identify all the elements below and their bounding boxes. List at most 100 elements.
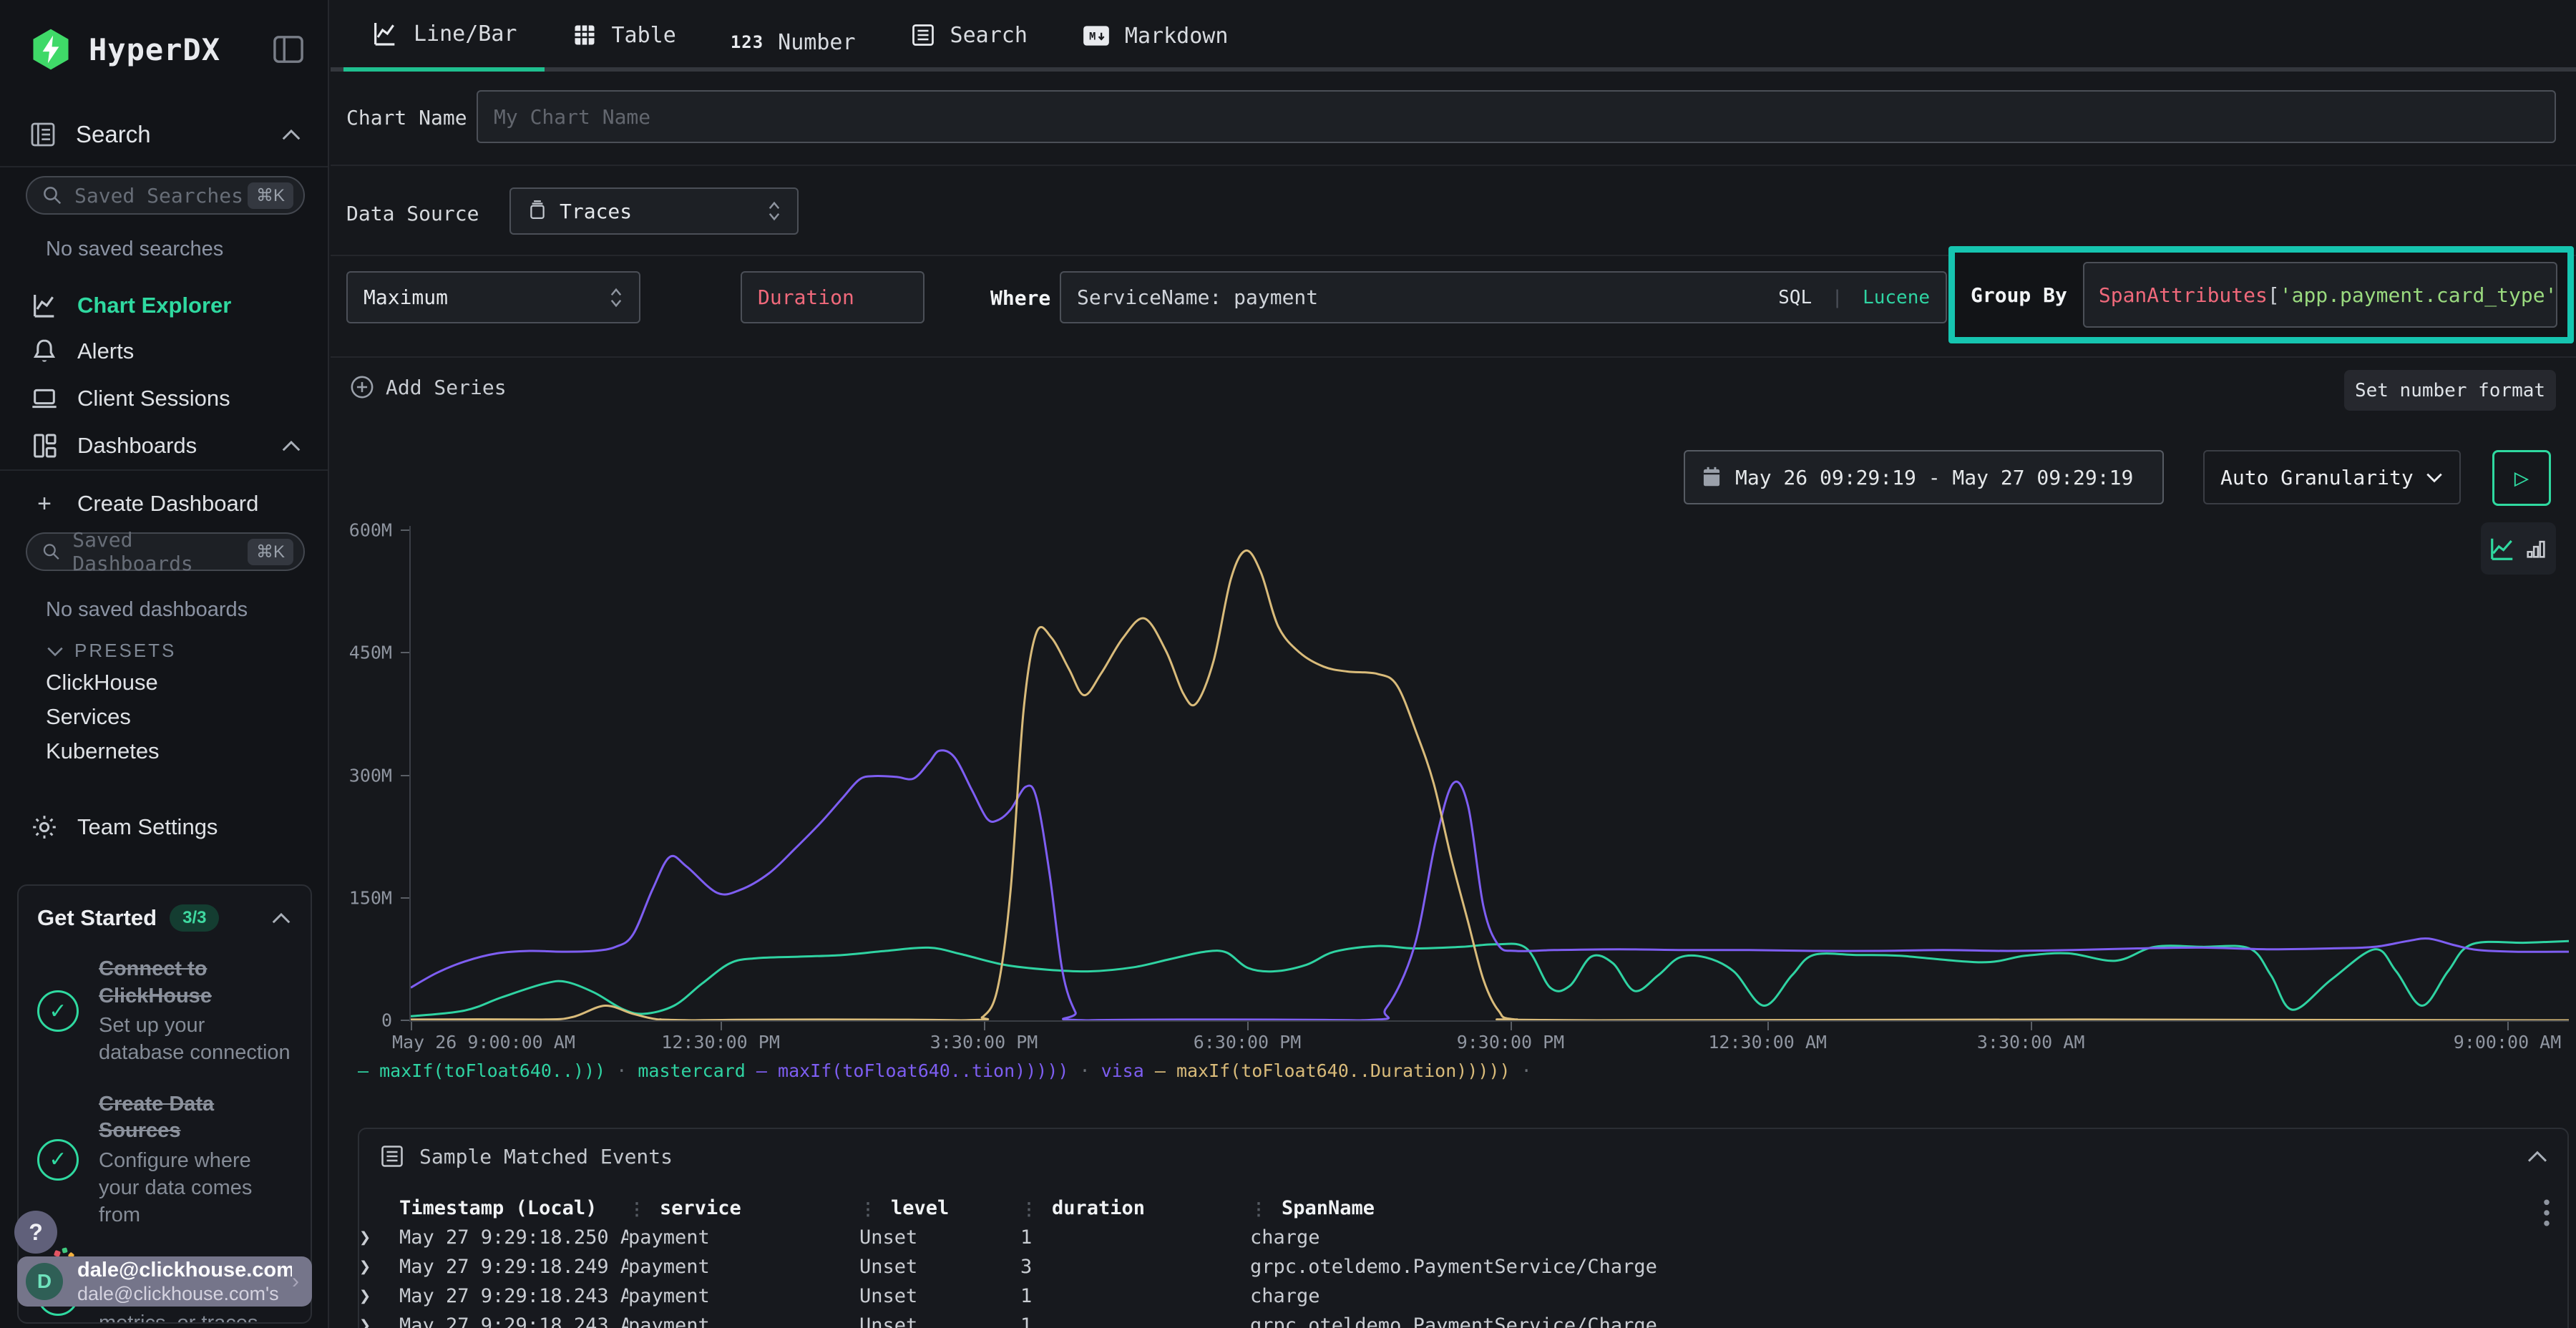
row-expand-chevron[interactable]: ❯ — [359, 1311, 399, 1328]
group-by-input[interactable]: SpanAttributes['app.payment.card_type'] — [2083, 262, 2557, 328]
saved-dashboards-input[interactable]: Saved Dashboards ⌘K — [26, 532, 305, 571]
x-tick-mark — [2507, 1022, 2509, 1030]
where-input[interactable]: ServiceName: payment SQL | Lucene — [1060, 271, 1947, 323]
preset-kubernetes[interactable]: Kubernetes — [46, 738, 160, 764]
x-tick-mark — [1511, 1022, 1512, 1030]
sql-label[interactable]: SQL — [1778, 287, 1812, 308]
row-expand-chevron[interactable]: ❯ — [359, 1223, 399, 1252]
add-series-label: Add Series — [386, 376, 507, 399]
where-label: Where — [990, 286, 1050, 310]
add-series-button[interactable]: Add Series — [350, 375, 507, 399]
chevron-up-icon — [280, 439, 302, 452]
x-tick-mark — [1767, 1022, 1769, 1030]
table-row[interactable]: ❯May 27 9:29:18.243 AMpaymentUnset1grpc.… — [359, 1311, 2546, 1328]
column-resize-handle[interactable]: ⋮ — [1020, 1199, 1038, 1219]
check-circle-icon: ✓ — [37, 1139, 79, 1181]
chart-name-input[interactable]: My Chart Name — [477, 90, 2556, 143]
legend-series-name: maxIf(toFloat640..Duration))))) — [1176, 1060, 1511, 1081]
get-started-item[interactable]: ✓ Create Data Sources Configure where yo… — [37, 1091, 292, 1229]
tab-markdown[interactable]: MMarkdown — [1055, 2, 1256, 69]
legend-series-name: maxIf(toFloat640..))) — [379, 1060, 605, 1081]
sidebar-item-alerts[interactable]: Alerts — [29, 331, 302, 372]
sidebar-item-dashboards[interactable]: Dashboards — [29, 425, 302, 467]
chevron-right-icon: › — [292, 1269, 299, 1294]
column-resize-handle[interactable]: ⋮ — [859, 1199, 877, 1219]
updown-chevron-icon — [609, 287, 623, 308]
date-range-input[interactable]: May 26 09:29:19 - May 27 09:29:19 — [1684, 450, 2164, 504]
table-row[interactable]: ❯May 27 9:29:18.249 AMpaymentUnset3grpc.… — [359, 1252, 2546, 1281]
sidebar-item-team-settings[interactable]: Team Settings — [29, 806, 302, 849]
column-resize-handle[interactable]: ⋮ — [628, 1199, 645, 1219]
no-saved-searches-note: No saved searches — [46, 238, 223, 261]
sidebar-item-chart-explorer[interactable]: Chart Explorer — [29, 285, 302, 326]
tab-table[interactable]: Table — [545, 1, 703, 69]
sql-mode-toggle[interactable]: SQL | Lucene — [1778, 287, 1930, 308]
preset-clickhouse[interactable]: ClickHouse — [46, 670, 158, 695]
legend-item[interactable]: — maxIf(toFloat640..tion))))) · visa — [756, 1060, 1155, 1081]
get-started-item[interactable]: ✓ Connect to ClickHouse Set up your data… — [37, 956, 292, 1067]
kebab-menu-icon[interactable] — [2542, 1198, 2552, 1228]
row-expand-chevron[interactable]: ❯ — [359, 1252, 399, 1281]
column-header-label: service — [660, 1197, 741, 1219]
search-section-icon — [29, 120, 57, 149]
database-icon — [527, 200, 548, 223]
column-header-duration[interactable]: ⋮duration — [1020, 1193, 1250, 1223]
updown-chevron-icon — [767, 200, 781, 222]
chevron-up-icon[interactable] — [270, 912, 292, 924]
svg-text:M: M — [1089, 31, 1096, 44]
tab-line-bar[interactable]: Line/Bar — [343, 0, 545, 67]
tab-number[interactable]: 123Number — [703, 9, 883, 76]
chevron-up-icon[interactable] — [2526, 1149, 2549, 1163]
column-header-level[interactable]: ⋮level — [859, 1193, 1020, 1223]
data-source-select[interactable]: Traces — [509, 187, 799, 235]
preset-services[interactable]: Services — [46, 704, 131, 730]
x-axis-line — [409, 1020, 2569, 1022]
legend-item[interactable]: — maxIf(toFloat640..))) · mastercard — [358, 1060, 756, 1081]
lucene-label[interactable]: Lucene — [1863, 287, 1930, 308]
group-by-label: Group By — [1971, 283, 2067, 307]
set-number-format-label: Set number format — [2355, 380, 2545, 401]
column-header-timestamp-local-[interactable]: Timestamp (Local) — [399, 1193, 628, 1223]
data-source-value: Traces — [560, 200, 632, 223]
row-expand-chevron[interactable]: ❯ — [359, 1281, 399, 1311]
table-row[interactable]: ❯May 27 9:29:18.250 AMpaymentUnset1charg… — [359, 1223, 2546, 1252]
help-button[interactable]: ? — [14, 1211, 57, 1254]
set-number-format-button[interactable]: Set number format — [2344, 370, 2556, 411]
cell-spanname: grpc.oteldemo.PaymentService/Charge — [1250, 1252, 2546, 1281]
cell-service: payment — [628, 1223, 859, 1252]
tab-search[interactable]: Search — [883, 1, 1055, 69]
run-query-button[interactable]: ▷ — [2492, 450, 2551, 506]
column-header-spanname[interactable]: ⋮SpanName — [1250, 1193, 2546, 1223]
legend-series-name: maxIf(toFloat640..tion))))) — [778, 1060, 1068, 1081]
chevron-down-icon — [2425, 472, 2444, 483]
aggregation-select[interactable]: Maximum — [346, 271, 640, 323]
sidebar-collapse-icon[interactable] — [272, 34, 305, 64]
field-input[interactable]: Duration — [741, 271, 924, 323]
granularity-select[interactable]: Auto Granularity — [2203, 450, 2461, 504]
legend-separator: · — [1511, 1060, 1543, 1081]
column-header-service[interactable]: ⋮ service — [628, 1193, 859, 1223]
legend-separator: · — [1068, 1060, 1101, 1081]
group-by-bracket: [ — [2268, 283, 2280, 307]
nav-label: Dashboards — [77, 433, 197, 459]
x-tick-label: 12:30:00 PM — [661, 1032, 780, 1053]
sidebar-section-search[interactable]: Search — [29, 120, 302, 149]
chart-svg — [411, 530, 2569, 1020]
saved-searches-input[interactable]: Saved Searches ⌘K — [26, 176, 305, 215]
x-tick-label: 12:30:00 AM — [1708, 1032, 1827, 1053]
y-tick-label: 450M — [349, 643, 392, 663]
legend-item[interactable]: — maxIf(toFloat640..Duration))))) · — [1155, 1060, 1543, 1081]
table-row[interactable]: ❯May 27 9:29:18.243 AMpaymentUnset1charg… — [359, 1281, 2546, 1311]
chart-legend[interactable]: — maxIf(toFloat640..))) · mastercard — m… — [358, 1060, 1543, 1081]
column-resize-handle[interactable]: ⋮ — [1250, 1199, 1267, 1219]
create-dashboard-button[interactable]: + Create Dashboard — [29, 484, 302, 524]
presets-toggle[interactable]: PRESETS — [46, 640, 176, 662]
sidebar-item-client-sessions[interactable]: Client Sessions — [29, 378, 302, 419]
presets-label: PRESETS — [74, 640, 176, 662]
user-menu[interactable]: D dale@clickhouse.com dale@clickhouse.co… — [17, 1256, 312, 1307]
chevron-up-icon[interactable] — [280, 128, 302, 141]
y-tick-mark — [401, 775, 409, 776]
chart-plot-area[interactable] — [411, 530, 2569, 1020]
user-subtitle: dale@clickhouse.com's — [77, 1283, 292, 1305]
y-tick-mark — [401, 652, 409, 653]
